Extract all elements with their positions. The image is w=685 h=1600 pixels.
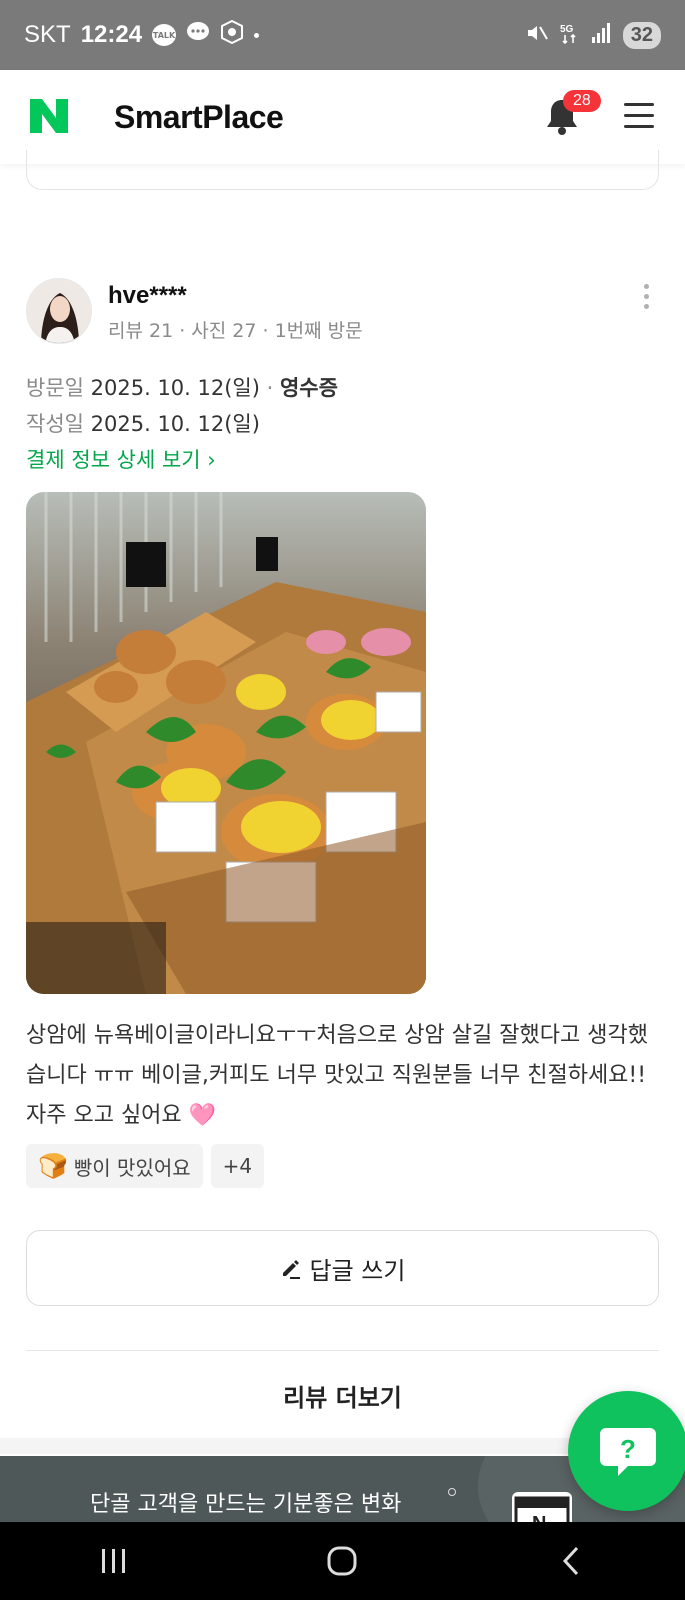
signal-icon [591,22,613,48]
help-fab[interactable]: ? [568,1391,685,1511]
home-icon[interactable] [312,1541,372,1581]
keyword-tag[interactable]: 🍞 빵이 맛있어요 [26,1144,203,1188]
review-item: hve**** 리뷰 21 · 사진 27 · 1번째 방문 방문일 2025.… [26,278,659,1188]
visit-date-value: 2025. 10. 12(일) [90,376,260,400]
app-shield-icon [220,19,244,50]
pencil-icon [280,1257,302,1279]
help-icon: ? [620,1434,636,1464]
hamburger-menu-icon[interactable] [624,103,654,131]
author-name[interactable]: hve**** [108,282,363,310]
system-nav-bar [0,1522,685,1600]
calendar-icon: N [512,1492,572,1522]
more-reviews-button[interactable]: 리뷰 더보기 [26,1352,659,1438]
kakaotalk-icon: TALK [152,24,177,46]
status-bar: SKT 12:24 TALK 5G 32 [0,0,685,70]
written-date-value: 2025. 10. 12(일) [90,412,260,436]
chat-bubble-icon [186,21,210,49]
divider [26,1350,659,1351]
payment-details-link[interactable]: 결제 정보 상세 보기 › [26,444,216,474]
banner-page-indicator [448,1488,456,1496]
review-text: 상암에 뉴욕베이글이라니요ㅜㅜ처음으로 상암 살길 잘했다고 생각했습니다 ㅠㅠ… [26,1023,648,1128]
write-reply-button[interactable]: 답글 쓰기 [26,1230,659,1306]
visit-separator: · [259,376,280,400]
keyword-tags: 🍞 빵이 맛있어요 +4 [26,1144,659,1188]
back-icon[interactable] [541,1541,601,1581]
notification-badge: 28 [563,90,601,112]
written-date-line: 작성일 2025. 10. 12(일) [26,406,659,442]
recent-apps-icon[interactable] [84,1541,144,1581]
svg-text:N: N [532,1513,546,1522]
banner-text: 단골 고객을 만드는 기분좋은 변화 [90,1492,402,1517]
visit-info: 방문일 2025. 10. 12(일) · 영수증 작성일 2025. 10. … [26,370,659,442]
mute-icon [525,21,549,49]
battery-icon: 32 [622,21,661,49]
carrier-label: SKT [24,21,71,48]
receipt-label: 영수증 [279,376,338,400]
5g-icon: 5G [559,21,581,49]
author-meta: 리뷰 21 · 사진 27 · 1번째 방문 [108,320,363,342]
review-author-row: hve**** 리뷰 21 · 사진 27 · 1번째 방문 [26,278,659,344]
more-options-icon[interactable] [641,284,651,314]
more-tags-button[interactable]: +4 [210,1144,265,1188]
bread-icon: 🍞 [38,1152,68,1180]
write-reply-label: 답글 쓰기 [309,1256,406,1285]
naver-logo-icon[interactable] [30,99,70,135]
written-date-label: 작성일 [26,412,84,436]
keyword-tag-label: 빵이 맛있어요 [73,1155,191,1180]
notification-dot-icon [254,32,260,38]
visit-date-label: 방문일 [26,376,84,400]
svg-text:5G: 5G [560,24,574,35]
visit-date-line: 방문일 2025. 10. 12(일) · 영수증 [26,370,659,406]
review-photo[interactable] [26,492,426,994]
brand-title[interactable]: SmartPlace [114,99,284,136]
clock: 12:24 [80,21,143,48]
avatar[interactable] [26,278,92,344]
previous-card-edge [26,150,659,190]
